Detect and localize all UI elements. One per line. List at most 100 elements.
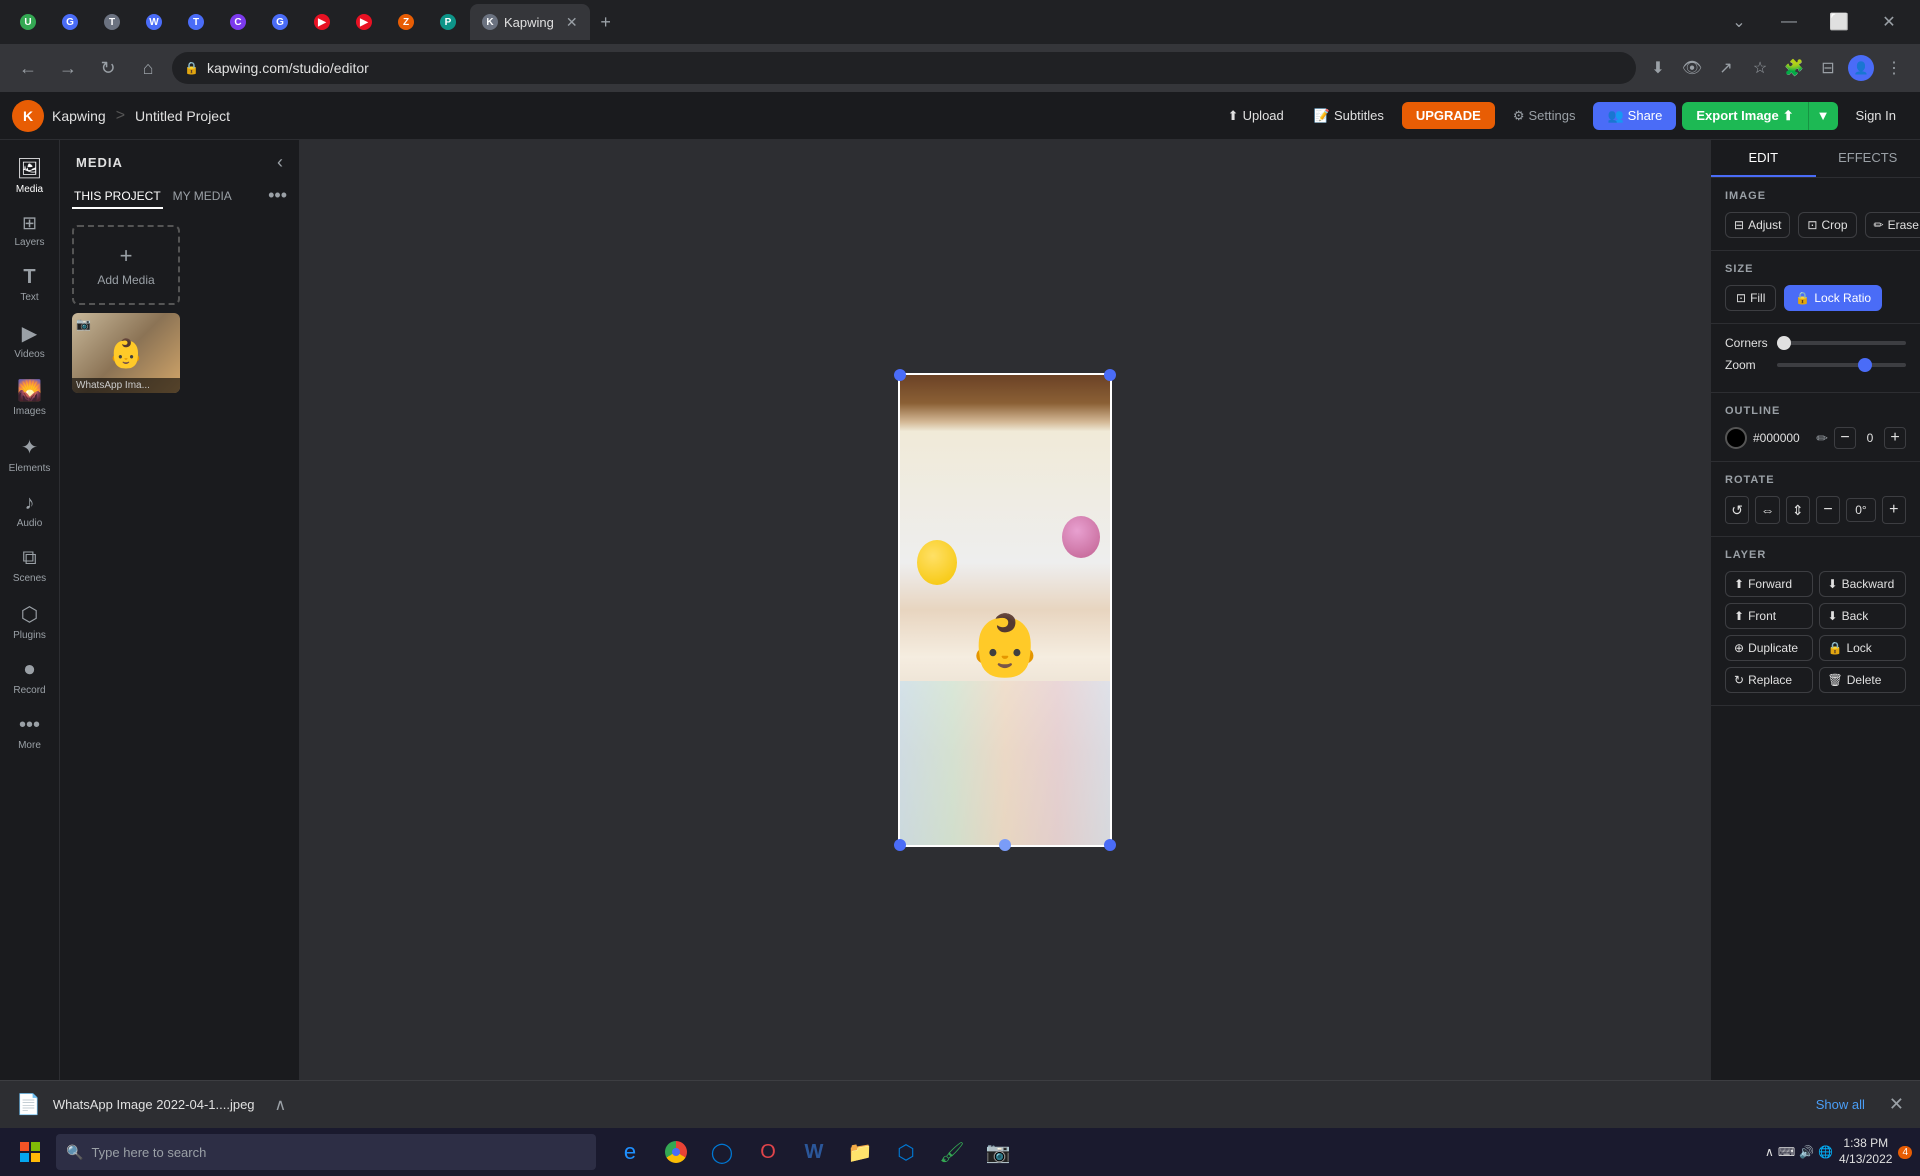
export-main-button[interactable]: Export Image ⬆: [1682, 102, 1807, 130]
back-button[interactable]: ←: [12, 52, 44, 84]
address-bar[interactable]: 🔒 kapwing.com/studio/editor: [172, 52, 1636, 84]
tab-google1[interactable]: G: [50, 4, 90, 40]
tray-network[interactable]: 🌐: [1818, 1145, 1833, 1159]
flip-h-button[interactable]: ⇔: [1755, 496, 1779, 524]
outline-color-swatch[interactable]: [1725, 427, 1747, 449]
subtitles-button[interactable]: 📝 Subtitles: [1302, 102, 1396, 130]
tab-close-kapwing[interactable]: ✕: [566, 14, 578, 31]
handle-bottom-right[interactable]: [1104, 839, 1116, 851]
erase-button[interactable]: ✏ Erase: [1865, 212, 1920, 238]
outline-edit-icon[interactable]: ✏: [1816, 430, 1828, 447]
tab-thrive[interactable]: T: [92, 4, 132, 40]
taskbar-app-word[interactable]: W: [792, 1130, 836, 1174]
corners-slider[interactable]: [1777, 341, 1906, 345]
extensions-icon[interactable]: 🧩: [1780, 54, 1808, 82]
reader-mode-icon[interactable]: 👁: [1678, 54, 1706, 82]
kapwing-brand[interactable]: Kapwing: [52, 108, 106, 124]
tab-kapwing[interactable]: K Kapwing ✕: [470, 4, 590, 40]
rotate-minus-button[interactable]: −: [1816, 496, 1840, 524]
tab-edit[interactable]: EDIT: [1711, 140, 1816, 177]
tab-teevio[interactable]: T: [176, 4, 216, 40]
tab-zapier[interactable]: Z: [386, 4, 426, 40]
lock-ratio-button[interactable]: 🔒 Lock Ratio: [1784, 285, 1882, 311]
sidebar-item-audio[interactable]: ♪ Audio: [3, 484, 57, 537]
rotate-plus-button[interactable]: +: [1882, 496, 1906, 524]
sidebar-item-media[interactable]: 🖼 Media: [3, 148, 57, 203]
add-media-box[interactable]: + Add Media: [72, 225, 180, 305]
window-chevron[interactable]: ⌄: [1716, 4, 1762, 40]
sidebar-item-images[interactable]: 🌄 Images: [3, 370, 57, 425]
front-button[interactable]: ⬆ Front: [1725, 603, 1813, 629]
new-tab-button[interactable]: +: [592, 8, 620, 36]
download-close-button[interactable]: ✕: [1889, 1094, 1904, 1115]
back-button[interactable]: ⬇ Back: [1819, 603, 1907, 629]
rotate-ccw-button[interactable]: ↺: [1725, 496, 1749, 524]
download-chevron-icon[interactable]: ∧: [275, 1095, 287, 1115]
home-button[interactable]: ⌂: [132, 52, 164, 84]
handle-top-right[interactable]: [1104, 369, 1116, 381]
flip-v-button[interactable]: ⇕: [1786, 496, 1810, 524]
share-button[interactable]: 👥 Share: [1593, 102, 1676, 130]
delete-button[interactable]: 🗑 Delete: [1819, 667, 1907, 693]
forward-button[interactable]: →: [52, 52, 84, 84]
system-clock[interactable]: 1:38 PM 4/13/2022: [1839, 1136, 1892, 1167]
reload-button[interactable]: ↻: [92, 52, 124, 84]
browser-menu-icon[interactable]: ⋮: [1880, 54, 1908, 82]
fill-button[interactable]: ⊡ Fill: [1725, 285, 1776, 311]
taskbar-app-opera[interactable]: O: [746, 1130, 790, 1174]
taskbar-app-chrome[interactable]: [654, 1130, 698, 1174]
sidebar-item-text[interactable]: T Text: [3, 258, 57, 311]
tab-canva[interactable]: C: [218, 4, 258, 40]
start-button[interactable]: [8, 1130, 52, 1174]
taskbar-app-ie[interactable]: e: [608, 1130, 652, 1174]
tab-my-media[interactable]: MY MEDIA: [171, 185, 234, 209]
outline-minus-button[interactable]: −: [1834, 427, 1856, 449]
tab-yt2[interactable]: ▶: [344, 4, 384, 40]
media-more-button[interactable]: •••: [268, 185, 287, 209]
sidebar-item-videos[interactable]: ▶ Videos: [3, 313, 57, 368]
window-minimize[interactable]: —: [1766, 4, 1812, 40]
taskbar-app-files[interactable]: 📁: [838, 1130, 882, 1174]
panel-collapse-button[interactable]: ‹: [277, 152, 283, 173]
sign-in-button[interactable]: Sign In: [1844, 102, 1908, 129]
tab-this-project[interactable]: THIS PROJECT: [72, 185, 163, 209]
backward-button[interactable]: ⬇ Backward: [1819, 571, 1907, 597]
sidebar-item-more[interactable]: ••• More: [3, 706, 57, 759]
taskbar-app-app2[interactable]: 🖌: [930, 1130, 974, 1174]
taskbar-app-edge[interactable]: ◯: [700, 1130, 744, 1174]
taskbar-app-app3[interactable]: 📷: [976, 1130, 1020, 1174]
canvas-image-container[interactable]: 👶: [898, 373, 1112, 847]
tab-google2[interactable]: G: [260, 4, 300, 40]
notification-badge[interactable]: 4: [1898, 1146, 1912, 1159]
sidebar-toggle-icon[interactable]: ⊟: [1814, 54, 1842, 82]
tab-effects[interactable]: EFFECTS: [1816, 140, 1920, 177]
outline-plus-button[interactable]: +: [1884, 427, 1906, 449]
duplicate-button[interactable]: ⊕ Duplicate: [1725, 635, 1813, 661]
show-all-button[interactable]: Show all: [1816, 1097, 1865, 1112]
sidebar-item-elements[interactable]: ✦ Elements: [3, 427, 57, 482]
tab-plutio[interactable]: P: [428, 4, 468, 40]
tab-wordpress[interactable]: W: [134, 4, 174, 40]
replace-button[interactable]: ↻ Replace: [1725, 667, 1813, 693]
zoom-slider[interactable]: [1777, 363, 1906, 367]
taskbar-search-box[interactable]: 🔍 Type here to search: [56, 1134, 596, 1170]
tab-upwork[interactable]: U: [8, 4, 48, 40]
taskbar-app-app1[interactable]: ⬡: [884, 1130, 928, 1174]
handle-bottom-left[interactable]: [894, 839, 906, 851]
forward-button[interactable]: ⬆ Forward: [1725, 571, 1813, 597]
sidebar-item-plugins[interactable]: ⬡ Plugins: [3, 594, 57, 649]
handle-bottom-center[interactable]: [999, 839, 1011, 851]
media-thumb-whatsapp[interactable]: 👶 📷 WhatsApp Ima...: [72, 313, 180, 393]
adjust-button[interactable]: ⊟ Adjust: [1725, 212, 1790, 238]
sidebar-item-scenes[interactable]: ⧉ Scenes: [3, 539, 57, 592]
lock-button[interactable]: 🔒 Lock: [1819, 635, 1907, 661]
crop-button[interactable]: ⊡ Crop: [1798, 212, 1856, 238]
tab-yt1[interactable]: ▶: [302, 4, 342, 40]
tray-chevron[interactable]: ∧: [1765, 1145, 1774, 1159]
settings-button[interactable]: ⚙ Settings: [1501, 102, 1588, 130]
window-close[interactable]: ✕: [1866, 4, 1912, 40]
sidebar-item-record[interactable]: ⏺ Record: [3, 651, 57, 704]
share-page-icon[interactable]: ↗: [1712, 54, 1740, 82]
window-maximize[interactable]: ⬜: [1816, 4, 1862, 40]
handle-top-left[interactable]: [894, 369, 906, 381]
